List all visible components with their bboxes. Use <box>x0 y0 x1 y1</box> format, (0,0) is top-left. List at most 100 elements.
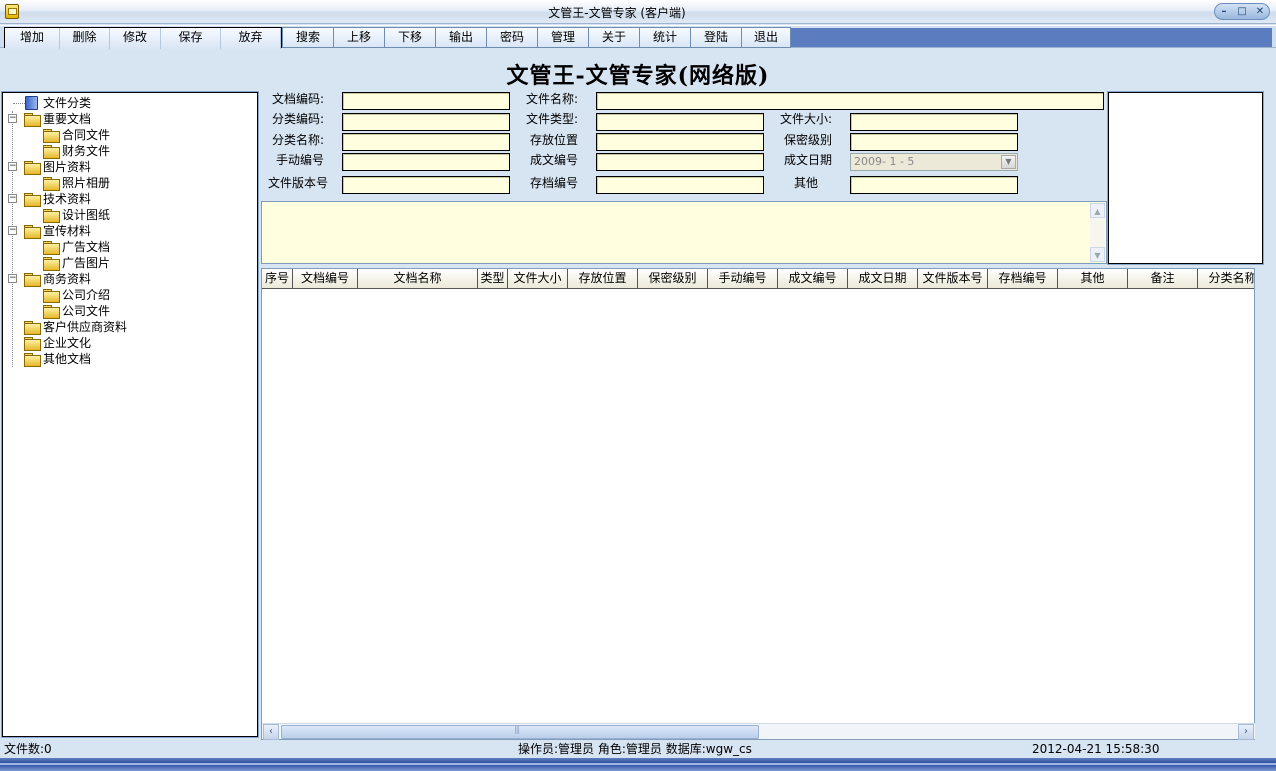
move-down-button[interactable]: 下移 <box>384 27 435 48</box>
save-button[interactable]: 保存 <box>161 28 221 49</box>
table-horizontal-scrollbar[interactable]: ‹ › <box>262 723 1255 740</box>
secrecy-label: 保密级别 <box>783 133 832 147</box>
minimize-icon[interactable]: – <box>1217 6 1231 18</box>
document-form: 文档编码: 文件名称: 分类编码: 文件类型: 文件大小: 分类名称: 存放位置… <box>260 92 1106 202</box>
column-header[interactable]: 文档名称 <box>358 269 478 289</box>
document-table[interactable]: 序号 文档编号 文档名称 类型 文件大小 存放位置 保密级别 手动编号 成文编号… <box>261 268 1255 740</box>
tree-node-company-files[interactable]: 公司文件 <box>3 303 257 319</box>
column-header[interactable]: 文档编号 <box>293 269 358 289</box>
tree-node-ad-docs[interactable]: 广告文档 <box>3 239 257 255</box>
location-input[interactable] <box>596 133 764 151</box>
secrecy-input[interactable] <box>850 133 1018 151</box>
toolbar: 增加 删除 修改 保存 放弃 搜索 上移 下移 输出 密码 管理 关于 统计 登… <box>0 25 1276 49</box>
close-icon[interactable]: ✕ <box>1253 6 1267 18</box>
archive-no-label: 存档编号 <box>529 176 578 190</box>
column-header[interactable]: 序号 <box>262 269 293 289</box>
move-up-button[interactable]: 上移 <box>333 27 384 48</box>
operator-info: 操作员:管理员 角色:管理员 数据库:wgw_cs <box>518 742 752 756</box>
file-name-input[interactable] <box>596 92 1104 110</box>
tree-node-suppliers[interactable]: 客户供应商资料 <box>3 319 257 335</box>
notes-textarea[interactable]: ▲ ▼ <box>261 201 1107 264</box>
tree-node-drawings[interactable]: 设计图纸 <box>3 207 257 223</box>
tree-node-finance[interactable]: 财务文件 <box>3 143 257 159</box>
issue-date-picker[interactable]: 2009- 1 - 5 ▼ <box>850 153 1018 171</box>
folder-icon <box>43 209 60 223</box>
tree-node-ad-images[interactable]: 广告图片 <box>3 255 257 271</box>
other-input[interactable] <box>850 176 1018 194</box>
tree-node-contracts[interactable]: 合同文件 <box>3 127 257 143</box>
archive-no-input[interactable] <box>596 176 764 194</box>
tree-root[interactable]: 文件分类 <box>3 95 257 111</box>
tree-node-other[interactable]: 其他文档 <box>3 351 257 367</box>
tree-node-important-docs[interactable]: − 重要文档 <box>3 111 257 127</box>
folder-icon <box>43 129 60 143</box>
doc-code-label: 文档编码: <box>271 92 324 106</box>
exit-button[interactable]: 退出 <box>741 27 791 48</box>
folder-icon <box>24 113 41 127</box>
column-header[interactable]: 手动编号 <box>708 269 778 289</box>
folder-icon <box>43 177 60 191</box>
column-header[interactable]: 成文编号 <box>778 269 848 289</box>
file-type-input[interactable] <box>596 113 764 131</box>
collapse-icon[interactable]: − <box>8 226 17 235</box>
edit-button-group: 增加 删除 修改 保存 放弃 <box>4 27 282 49</box>
category-code-label: 分类编码: <box>271 112 324 126</box>
file-count: 文件数:0 <box>4 742 52 756</box>
scrollbar-thumb[interactable] <box>281 725 759 739</box>
about-button[interactable]: 关于 <box>588 27 639 48</box>
column-header[interactable]: 其他 <box>1058 269 1128 289</box>
scroll-up-icon[interactable]: ▲ <box>1090 203 1105 218</box>
category-code-input[interactable] <box>342 113 510 131</box>
version-no-input[interactable] <box>342 176 510 194</box>
collapse-icon[interactable]: − <box>8 114 17 123</box>
page-heading: 文管王-文管专家(网络版) <box>506 63 770 89</box>
statistics-button[interactable]: 统计 <box>639 27 690 48</box>
collapse-icon[interactable]: − <box>8 194 17 203</box>
password-button[interactable]: 密码 <box>486 27 537 48</box>
category-name-input[interactable] <box>342 133 510 151</box>
column-header[interactable]: 成文日期 <box>848 269 918 289</box>
issue-date-value: 2009- 1 - 5 <box>854 155 915 168</box>
delete-button[interactable]: 删除 <box>60 28 110 49</box>
doc-code-input[interactable] <box>342 92 510 110</box>
file-size-input[interactable] <box>850 113 1018 131</box>
column-header[interactable]: 类型 <box>478 269 508 289</box>
column-header[interactable]: 保密级别 <box>638 269 708 289</box>
column-header[interactable]: 存放位置 <box>568 269 638 289</box>
add-button[interactable]: 增加 <box>5 28 60 49</box>
tree-node-culture[interactable]: 企业文化 <box>3 335 257 351</box>
manual-no-input[interactable] <box>342 153 510 171</box>
search-button[interactable]: 搜索 <box>282 27 333 48</box>
discard-button[interactable]: 放弃 <box>221 28 281 49</box>
edit-button[interactable]: 修改 <box>110 28 161 49</box>
image-preview[interactable] <box>1107 91 1264 265</box>
tree-node-images[interactable]: − 图片资料 <box>3 159 257 175</box>
tree-node-photo-album[interactable]: 照片相册 <box>3 175 257 191</box>
other-label: 其他 <box>793 176 818 190</box>
scroll-left-icon[interactable]: ‹ <box>263 724 279 740</box>
collapse-icon[interactable]: − <box>8 274 17 283</box>
column-header[interactable]: 文件大小 <box>508 269 568 289</box>
folder-icon <box>24 225 41 239</box>
tree-node-business[interactable]: − 商务资料 <box>3 271 257 287</box>
login-button[interactable]: 登陆 <box>690 27 741 48</box>
column-header[interactable]: 存档编号 <box>988 269 1058 289</box>
column-header[interactable]: 分类名称 <box>1198 269 1254 289</box>
column-header[interactable]: 文件版本号 <box>918 269 988 289</box>
location-label: 存放位置 <box>529 133 578 147</box>
tree-node-promotion[interactable]: − 宣传材料 <box>3 223 257 239</box>
export-button[interactable]: 输出 <box>435 27 486 48</box>
column-header[interactable]: 备注 <box>1128 269 1198 289</box>
issue-no-input[interactable] <box>596 153 764 171</box>
collapse-icon[interactable]: − <box>8 162 17 171</box>
scroll-right-icon[interactable]: › <box>1238 724 1254 740</box>
tree-node-company-intro[interactable]: 公司介绍 <box>3 287 257 303</box>
folder-icon <box>24 161 41 175</box>
category-tree[interactable]: 文件分类 − 重要文档 合同文件 财务文件 − 图片资料 照片相册 − 技术资料… <box>1 91 259 738</box>
scroll-down-icon[interactable]: ▼ <box>1090 247 1105 262</box>
notes-scrollbar[interactable]: ▲ ▼ <box>1090 203 1105 262</box>
manage-button[interactable]: 管理 <box>537 27 588 48</box>
tree-node-technical[interactable]: − 技术资料 <box>3 191 257 207</box>
chevron-down-icon[interactable]: ▼ <box>1001 155 1016 169</box>
maximize-icon[interactable]: □ <box>1235 6 1249 18</box>
